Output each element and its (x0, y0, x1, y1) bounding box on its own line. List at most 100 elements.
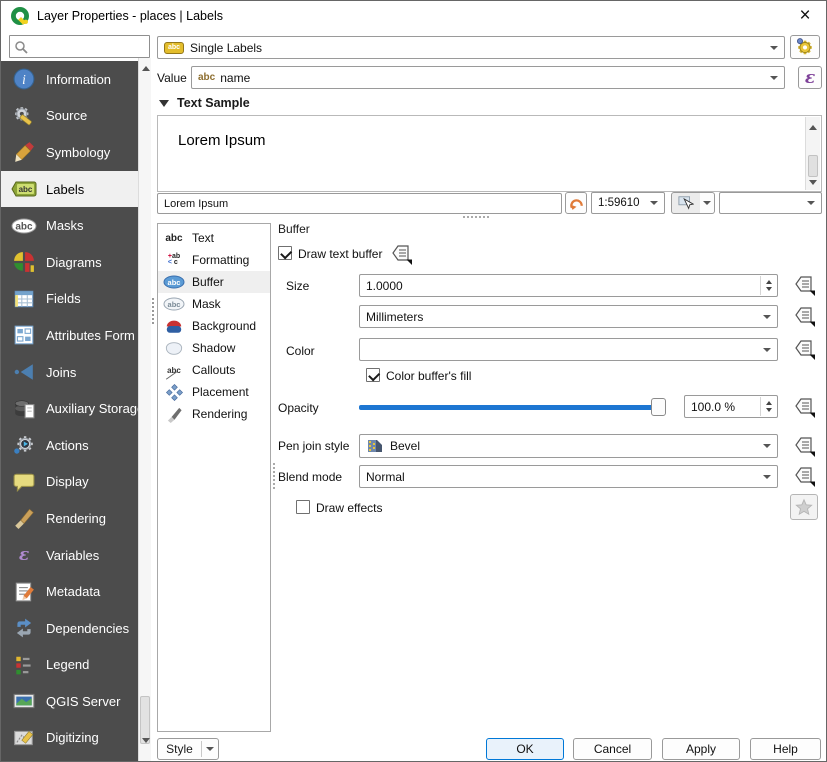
tab-callouts[interactable]: abc Callouts (158, 359, 270, 381)
buffer-unit-combo[interactable]: Millimeters (359, 305, 778, 328)
help-button[interactable]: Help (750, 738, 821, 760)
sample-text-input[interactable]: Lorem Ipsum (157, 193, 562, 214)
chevron-down-icon (758, 467, 776, 486)
sidebar-item-3d-view[interactable]: 3D View (1, 756, 138, 762)
spin-arrows-icon[interactable] (760, 276, 776, 295)
scroll-up-icon[interactable] (806, 119, 820, 133)
sidebar-item-metadata[interactable]: Metadata (1, 573, 138, 610)
value-field-combo[interactable]: abc name (191, 66, 785, 89)
sidebar-item-legend[interactable]: Legend (1, 647, 138, 684)
display-icon (11, 470, 37, 494)
tab-buffer[interactable]: abc Buffer (158, 271, 270, 293)
sidebar-item-qgis-server[interactable]: QGIS Server (1, 683, 138, 720)
sidebar-item-label: Digitizing (46, 730, 99, 745)
map-settings-button[interactable] (671, 192, 701, 214)
joins-icon (11, 360, 37, 384)
panel-title: Buffer (278, 222, 310, 236)
effects-options-button[interactable] (790, 494, 818, 520)
tab-rendering[interactable]: Rendering (158, 403, 270, 425)
search-input[interactable] (32, 37, 146, 56)
attributes-form-icon (11, 323, 37, 347)
buffer-color-button[interactable] (359, 338, 778, 361)
data-defined-override-icon[interactable] (790, 273, 818, 297)
opacity-slider-handle[interactable] (651, 398, 666, 416)
sidebar-item-masks[interactable]: abc Masks (1, 207, 138, 244)
spin-arrows-icon[interactable] (760, 397, 776, 416)
tab-shadow[interactable]: Shadow (158, 337, 270, 359)
labels-icon: abc (11, 177, 37, 201)
opacity-slider[interactable] (359, 405, 664, 410)
close-icon[interactable]: × (794, 5, 816, 27)
sidebar-item-actions[interactable]: Actions (1, 427, 138, 464)
data-defined-override-icon[interactable] (790, 434, 818, 458)
data-defined-override-icon[interactable] (387, 242, 415, 266)
label-mode-combo[interactable]: abc Single Labels (157, 36, 785, 59)
tab-text[interactable]: abc Text (158, 227, 270, 249)
reset-sample-button[interactable] (565, 192, 587, 214)
opacity-spinbox[interactable]: 100.0 % (684, 395, 778, 418)
sidebar-item-auxiliary-storage[interactable]: Auxiliary Storage (1, 390, 138, 427)
splitter-handle[interactable] (152, 298, 155, 324)
sidebar-item-dependencies[interactable]: Dependencies (1, 610, 138, 647)
sidebar-item-symbology[interactable]: Symbology (1, 134, 138, 171)
sidebar-item-display[interactable]: Display (1, 464, 138, 501)
data-defined-override-icon[interactable] (790, 337, 818, 361)
chevron-down-icon (202, 747, 218, 751)
digitizing-icon (11, 726, 37, 750)
chevron-down-icon (758, 436, 776, 456)
buffer-size-spinbox[interactable]: 1.0000 (359, 274, 778, 297)
ok-button[interactable]: OK (486, 738, 564, 760)
buffer-tab-icon: abc (162, 273, 186, 291)
tab-mask[interactable]: abc Mask (158, 293, 270, 315)
sidebar-item-variables[interactable]: ε Variables (1, 537, 138, 574)
color-buffers-fill-checkbox[interactable] (366, 368, 380, 382)
svg-text:abc: abc (15, 221, 33, 232)
sidebar-item-rendering[interactable]: Rendering (1, 500, 138, 537)
sidebar-item-fields[interactable]: Fields (1, 281, 138, 318)
blend-mode-combo[interactable]: Normal (359, 465, 778, 488)
draw-effects-label: Draw effects (316, 501, 382, 515)
collapse-triangle-icon (159, 100, 169, 107)
scroll-up-icon[interactable] (139, 60, 152, 73)
data-defined-override-icon[interactable] (790, 304, 818, 328)
data-defined-override-icon[interactable] (790, 464, 818, 488)
revert-arrow-icon (569, 196, 584, 211)
tab-formatting[interactable]: +ab< c Formatting (158, 249, 270, 271)
style-button[interactable]: Style (157, 738, 219, 760)
chevron-down-icon (758, 307, 776, 326)
sample-scrollbar[interactable] (805, 117, 820, 190)
scroll-down-icon[interactable] (806, 174, 820, 188)
sidebar-item-labels[interactable]: abc Labels (1, 171, 138, 208)
chevron-down-icon (645, 194, 663, 212)
splitter-handle[interactable] (463, 216, 489, 219)
text-sample-header[interactable]: Text Sample (159, 96, 250, 110)
sidebar-item-information[interactable]: i Information (1, 61, 138, 98)
svg-text:i: i (22, 72, 26, 87)
shadow-tab-icon (162, 339, 186, 357)
expression-builder-button[interactable]: ε (798, 66, 822, 89)
gear-icon (795, 37, 815, 57)
title-bar: Layer Properties - places | Labels × (1, 1, 826, 31)
blend-mode-label: Blend mode (278, 470, 342, 484)
data-defined-override-icon[interactable] (790, 395, 818, 419)
automated-placement-button[interactable] (790, 35, 820, 59)
sidebar-item-diagrams[interactable]: Diagrams (1, 244, 138, 281)
draw-text-buffer-checkbox[interactable] (278, 246, 292, 260)
preview-background-combo[interactable] (719, 192, 822, 214)
tab-background[interactable]: Background (158, 315, 270, 337)
sidebar-item-digitizing[interactable]: Digitizing (1, 720, 138, 757)
scale-combo[interactable]: 1:59610 (591, 192, 665, 214)
cancel-button[interactable]: Cancel (573, 738, 652, 760)
draw-effects-checkbox[interactable] (296, 500, 310, 514)
pen-join-style-combo[interactable]: Bevel (359, 434, 778, 458)
map-settings-dropdown[interactable] (700, 192, 715, 214)
tab-placement[interactable]: Placement (158, 381, 270, 403)
metadata-icon (11, 580, 37, 604)
apply-button[interactable]: Apply (662, 738, 740, 760)
sidebar-scrollbar[interactable] (138, 58, 151, 762)
sidebar-item-source[interactable]: Source (1, 98, 138, 135)
sidebar-item-attributes-form[interactable]: Attributes Form (1, 317, 138, 354)
scroll-down-icon[interactable] (139, 732, 152, 745)
sidebar-item-joins[interactable]: Joins (1, 354, 138, 391)
splitter-handle[interactable] (273, 463, 276, 489)
